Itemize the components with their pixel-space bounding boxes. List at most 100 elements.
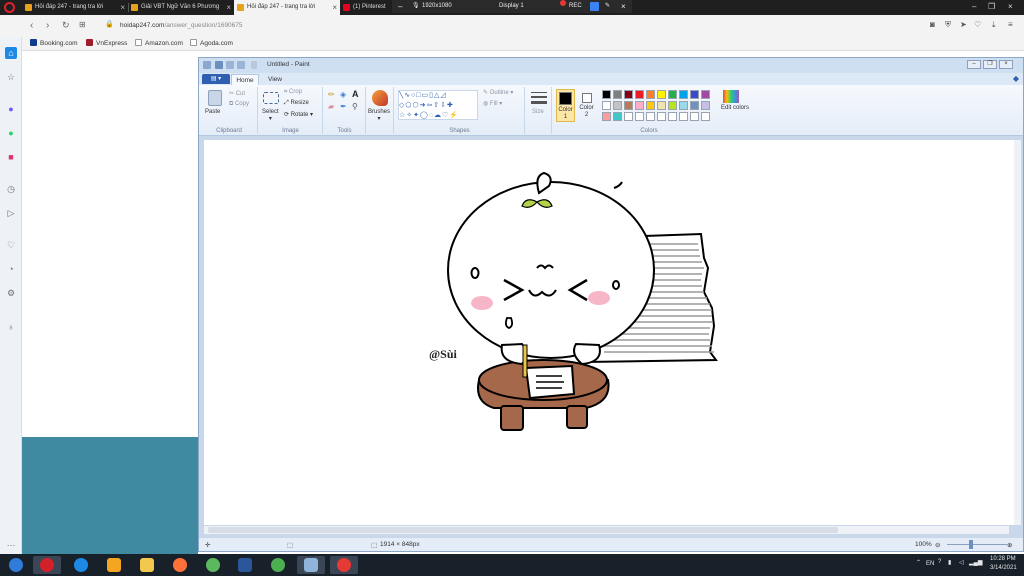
download-icon[interactable]: ⤓ [992, 20, 996, 30]
taskbar-chrome[interactable] [264, 556, 292, 574]
palette-swatch[interactable] [646, 90, 655, 99]
menu-icon[interactable]: ≡ [1008, 20, 1013, 29]
settings-icon[interactable]: ⚙ [5, 287, 17, 299]
color1-button[interactable]: Color 1 [556, 89, 575, 122]
url-field[interactable]: hoidap247.com/answer_question/1690675 [120, 19, 620, 33]
pen-icon[interactable]: ✎ [605, 0, 610, 13]
taskbar-recorder[interactable] [330, 556, 358, 574]
taskbar-green-app[interactable] [199, 556, 227, 574]
eraser-icon[interactable]: ▰ [328, 102, 334, 111]
home-icon[interactable]: ⌂ [5, 47, 17, 59]
zoom-out-button[interactable]: ⊖ [935, 541, 940, 549]
palette-swatch[interactable] [635, 90, 644, 99]
vertical-scrollbar[interactable] [1014, 140, 1021, 525]
tray-expand-icon[interactable]: ⌃ [916, 559, 921, 566]
browser-tab-4[interactable]: (1) Pinterest [340, 0, 392, 15]
minimize-recorder-icon[interactable]: – [398, 0, 402, 13]
palette-swatch[interactable] [635, 112, 644, 121]
drawing-canvas[interactable]: @Sùi [204, 140, 1014, 525]
magnifier-icon[interactable]: ⚲ [352, 102, 358, 111]
pencil-icon[interactable]: ✏ [328, 90, 335, 99]
palette-swatch[interactable] [668, 90, 677, 99]
minimize-icon[interactable]: – [972, 2, 976, 11]
clock-time[interactable]: 10:28 PM [990, 556, 1016, 562]
tab-view[interactable]: View [261, 74, 289, 85]
fill-bucket-icon[interactable]: ◈ [340, 90, 346, 99]
palette-swatch[interactable] [624, 90, 633, 99]
recorder-rec-label[interactable]: REC [569, 0, 582, 13]
palette-swatch[interactable] [602, 90, 611, 99]
browser-tab-1[interactable]: Hỏi đáp 247 - trang tra lời × [22, 0, 128, 15]
close-tab-icon[interactable]: × [226, 0, 231, 15]
bookmark-vnexpress[interactable]: VnExpress [86, 39, 127, 47]
signal-icon[interactable]: ▂▄▆ [969, 559, 982, 566]
rotate-button[interactable]: ⟳ Rotate ▾ [284, 111, 313, 118]
color2-button[interactable]: Color 2 [577, 89, 596, 122]
palette-swatch[interactable] [701, 112, 710, 121]
palette-swatch[interactable] [690, 112, 699, 121]
palette-swatch[interactable] [613, 112, 622, 121]
player-icon[interactable]: ▷ [5, 207, 17, 219]
language-indicator[interactable]: EN [926, 561, 934, 567]
zoom-slider[interactable] [947, 544, 1007, 545]
fill-button[interactable]: ◍ Fill ▾ [483, 100, 502, 107]
cut-button[interactable]: ✂ Cut [229, 90, 245, 97]
speed-dial-icon[interactable]: ⊞ [79, 20, 86, 29]
paint-maximize-button[interactable]: ❐ [983, 60, 997, 69]
camera-snapshot-icon[interactable]: ◙ [930, 20, 935, 29]
customize-toolbar-icon[interactable] [251, 61, 257, 69]
whatsapp-icon[interactable]: ● [5, 127, 17, 139]
palette-swatch[interactable] [613, 90, 622, 99]
zoom-slider-thumb[interactable] [969, 540, 973, 549]
help-tray-icon[interactable]: ? [938, 559, 941, 565]
palette-swatch[interactable] [646, 101, 655, 110]
camera-icon[interactable] [590, 2, 599, 11]
palette-swatch[interactable] [635, 101, 644, 110]
shapes-gallery[interactable]: ╲∿○□▭▯△◿ ◇⬠⬡➜⇦⇧⇩✚ ☆✧✦◯◌☁♡⚡ [398, 90, 478, 120]
palette-swatch[interactable] [657, 112, 666, 121]
paint-file-menu[interactable]: ▤ ▾ [202, 74, 230, 84]
palette-swatch[interactable] [602, 101, 611, 110]
messenger-icon[interactable]: ● [5, 103, 17, 115]
bookmark-booking[interactable]: Booking.com [30, 39, 78, 47]
palette-swatch[interactable] [657, 90, 666, 99]
paint-close-button[interactable]: × [999, 60, 1013, 69]
palette-swatch[interactable] [679, 90, 688, 99]
recorder-resolution[interactable]: 1920x1080 [422, 0, 452, 13]
palette-swatch[interactable] [613, 101, 622, 110]
brushes-button[interactable]: Brushes ▾ [368, 109, 390, 122]
close-tab-icon[interactable]: × [120, 0, 125, 15]
clock-date[interactable]: 3/14/2021 [990, 565, 1017, 571]
microphone-icon[interactable]: 🎙 [412, 0, 420, 13]
palette-swatch[interactable] [646, 112, 655, 121]
palette-swatch[interactable] [701, 101, 710, 110]
heart-icon[interactable]: ♡ [5, 239, 17, 251]
color-picker-icon[interactable]: ✒ [340, 102, 347, 111]
horizontal-scroll-thumb[interactable] [208, 527, 838, 533]
outline-button[interactable]: ✎ Outline ▾ [483, 89, 513, 96]
palette-swatch[interactable] [602, 112, 611, 121]
taskbar-firefox[interactable] [166, 556, 194, 574]
taskbar-opera[interactable] [33, 556, 61, 574]
network-tray-icon[interactable]: ▮ [948, 559, 951, 566]
size-button[interactable]: Size [532, 109, 544, 115]
palette-swatch[interactable] [657, 101, 666, 110]
forward-icon[interactable]: › [46, 20, 49, 31]
browser-tab-2[interactable]: Giải VBT Ngữ Văn 6 Phương × [128, 0, 234, 15]
bookmark-amazon[interactable]: Amazon.com [135, 39, 183, 47]
star-icon[interactable]: ☆ [5, 71, 17, 83]
browser-tab-3-active[interactable]: Hỏi đáp 247 - trang tra lời × [234, 0, 340, 15]
lightbulb-icon[interactable]: ♁ [5, 321, 17, 333]
more-icon[interactable]: … [5, 537, 17, 549]
palette-swatch[interactable] [668, 112, 677, 121]
history-icon[interactable]: ◷ [5, 183, 17, 195]
palette-swatch[interactable] [679, 101, 688, 110]
text-tool-icon[interactable]: A [352, 89, 359, 99]
help-icon[interactable]: ◆ [1013, 74, 1019, 83]
reload-icon[interactable]: ↻ [62, 20, 70, 31]
paste-button[interactable]: Paste [205, 109, 220, 115]
palette-swatch[interactable] [690, 90, 699, 99]
send-icon[interactable]: ➤ [960, 20, 967, 29]
tab-home[interactable]: Home [231, 74, 259, 85]
opera-logo-icon[interactable] [4, 2, 15, 13]
